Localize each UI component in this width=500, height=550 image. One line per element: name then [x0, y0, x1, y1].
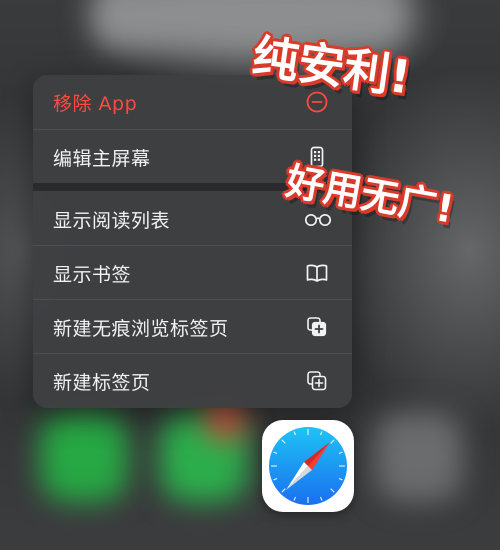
show-bookmarks-label: 显示书签 [53, 264, 132, 286]
show-bookmarks-menu-item[interactable]: 显示书签 [33, 246, 352, 299]
new-tab-icon [304, 368, 330, 394]
private-tab-icon [304, 314, 330, 340]
book-icon [304, 260, 330, 286]
blurred-phone-app-icon [40, 412, 128, 502]
blurred-camera-app-icon [375, 412, 463, 502]
new-private-tab-menu-item[interactable]: 新建无痕浏览标签页 [33, 300, 352, 353]
new-tab-label: 新建标签页 [53, 372, 151, 394]
new-tab-menu-item[interactable]: 新建标签页 [33, 354, 352, 407]
app-context-menu: 移除 App 编辑主屏幕 显示阅读列表 显示书签 新建无痕浏览标签页 新建标签页 [33, 75, 352, 408]
show-reading-list-label: 显示阅读列表 [53, 210, 171, 232]
new-private-tab-label: 新建无痕浏览标签页 [53, 318, 229, 340]
safari-app-icon[interactable] [262, 420, 354, 512]
safari-compass-icon [269, 427, 347, 505]
remove-app-label: 移除 App [53, 93, 138, 115]
edit-home-screen-label: 编辑主屏幕 [53, 148, 151, 170]
